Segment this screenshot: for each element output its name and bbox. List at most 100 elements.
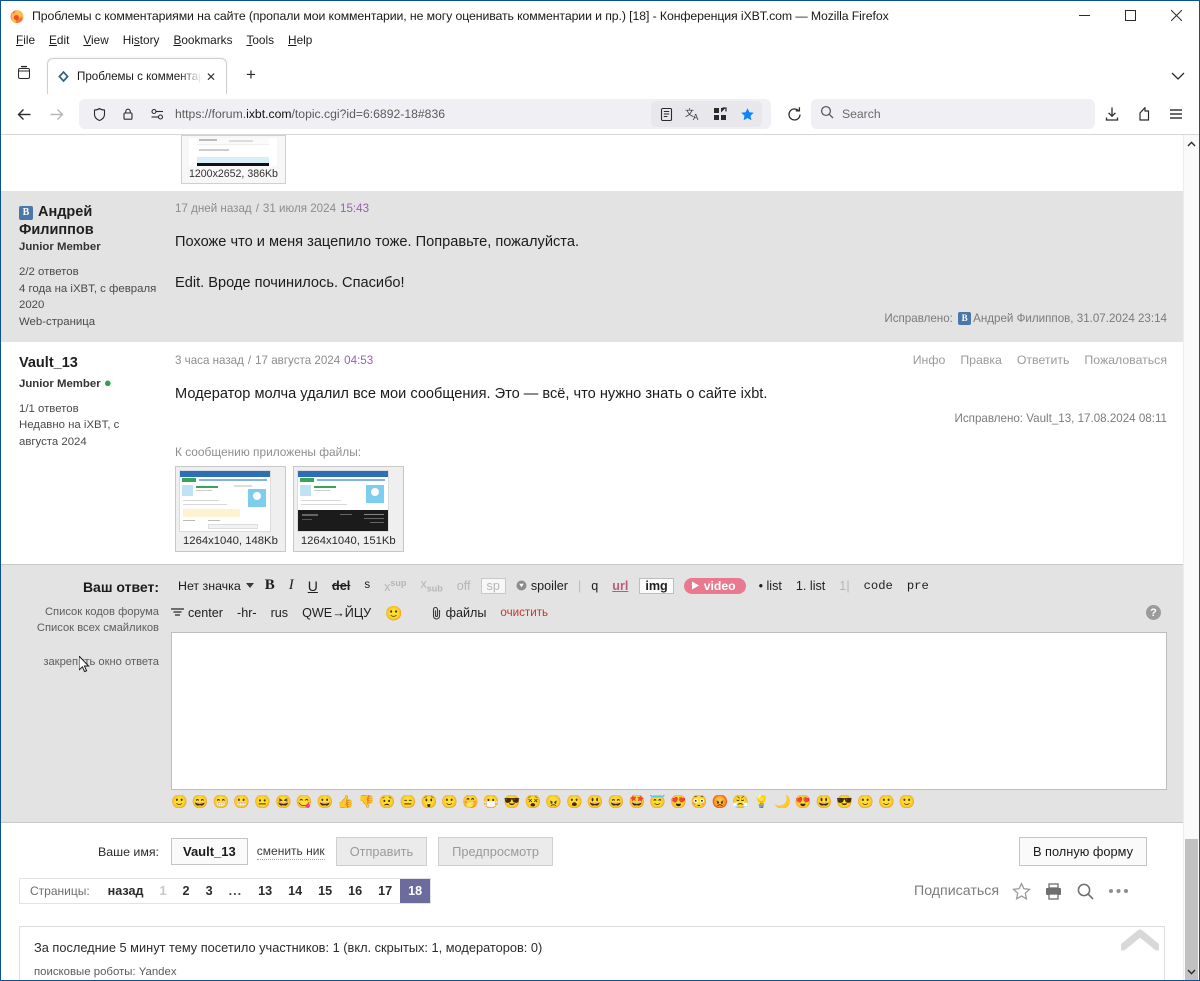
attachment-thumb[interactable]: 1264x1040, 151Kb [292,465,404,552]
scroll-up-arrow-icon[interactable] [1184,135,1199,152]
ordered-list-button[interactable]: 1. list [789,580,832,593]
strike-button[interactable]: s [357,580,377,592]
underline-button[interactable]: U [301,579,325,593]
video-button[interactable]: video [683,577,746,595]
downloads-icon[interactable] [1097,99,1127,129]
page-18-current[interactable]: 18 [400,879,431,904]
search-topic-icon[interactable] [1076,882,1095,901]
post-action-info[interactable]: Инфо [913,353,946,367]
superscript-button[interactable]: xsup [377,578,413,594]
subscript-button[interactable]: xsub [413,578,449,594]
scroll-down-arrow-icon[interactable] [1184,963,1199,980]
menu-view[interactable]: View [76,32,115,48]
center-button[interactable]: center [171,607,230,620]
table-column-button[interactable]: 1| [832,579,856,593]
scrollbar-thumb[interactable] [1185,839,1198,980]
new-tab-button[interactable]: + [237,61,265,89]
attach-files-button[interactable]: файлы [424,606,494,620]
more-options-icon[interactable] [1108,887,1129,895]
off-button[interactable]: off [450,580,478,593]
reload-button[interactable] [779,99,809,129]
attachment-thumb[interactable]: 1200x2652, 386Kb [181,135,286,184]
minimize-button[interactable] [1061,1,1107,30]
rus-button[interactable]: rus [264,607,296,620]
menu-history[interactable]: History [116,32,167,48]
url-button[interactable]: url [605,580,635,593]
extensions-grid-icon[interactable] [709,103,731,125]
post-body: Похоже что и меня зацепило тоже. Поправь… [175,231,1167,294]
post-action-report[interactable]: Пожаловаться [1084,353,1167,367]
menu-edit[interactable]: Edit [42,32,76,48]
help-icon[interactable]: ? [1146,605,1161,621]
spoiler-button[interactable]: spoiler [509,580,575,593]
bold-button[interactable]: B [258,578,282,593]
menu-tools[interactable]: Tools [239,32,281,48]
page-16[interactable]: 16 [340,879,370,903]
menu-help[interactable]: Help [281,32,319,48]
print-icon[interactable] [1044,882,1063,901]
scroll-to-top-icon[interactable] [1119,929,1161,956]
tab-item[interactable]: Проблемы с комментариями ✕ [47,58,227,94]
submit-button[interactable]: Отправить [335,837,428,867]
list-all-tabs-icon[interactable] [7,56,41,90]
star-icon[interactable] [1012,881,1031,901]
change-nickname-link[interactable]: сменить ник [256,844,325,860]
bookmark-star-icon[interactable] [736,103,758,125]
italic-button[interactable]: I [282,578,301,593]
tab-list-chevron-icon[interactable] [1171,67,1185,85]
page-17[interactable]: 17 [370,879,400,903]
subscribe-label[interactable]: Подписаться [914,883,999,899]
menu-file[interactable]: File [9,32,42,48]
page-2[interactable]: 2 [175,879,198,903]
translit-button[interactable]: QWE→ЙЦУ [295,607,378,620]
permissions-icon[interactable] [146,103,168,125]
post-action-edit[interactable]: Правка [960,353,1002,367]
page-3[interactable]: 3 [198,879,221,903]
meta-line[interactable]: Web-страница [19,314,161,331]
account-icon[interactable] [1129,99,1159,129]
horizontal-rule-button[interactable]: -hr- [230,607,264,620]
reply-textarea[interactable] [171,631,1167,790]
search-input[interactable]: Search [811,99,1095,129]
delete-button[interactable]: del [325,579,358,593]
forward-button[interactable] [41,99,71,129]
img-button[interactable]: img [639,577,674,595]
post-author-name[interactable]: Vault_13 [19,354,161,372]
page-14[interactable]: 14 [280,879,310,903]
address-bar[interactable]: https://forum.ixbt.com/topic.cgi?id=6:68… [79,99,771,129]
quote-button[interactable]: q [584,580,605,593]
icon-select[interactable]: Нет значка [171,579,258,592]
close-button[interactable] [1153,1,1199,30]
page-13[interactable]: 13 [250,879,280,903]
preview-button[interactable]: Предпросмотр [438,837,553,867]
sp-button[interactable]: sp [480,577,506,595]
reader-view-icon[interactable] [655,103,677,125]
lock-icon[interactable] [117,103,139,125]
app-menu-icon[interactable] [1161,99,1191,129]
tab-close-icon[interactable]: ✕ [202,68,220,86]
full-form-button[interactable]: В полную форму [1018,837,1147,867]
maximize-button[interactable] [1107,1,1153,30]
smiley-button[interactable]: 🙂 [378,606,409,620]
menu-bookmarks[interactable]: Bookmarks [166,32,239,48]
unordered-list-button[interactable]: • list [752,580,789,593]
page-scrollbar[interactable] [1183,135,1199,980]
page-15[interactable]: 15 [310,879,340,903]
pre-button[interactable]: pre [900,580,936,592]
post-author-name[interactable]: В Андрей Филиппов [19,203,161,239]
mouse-cursor [79,656,90,673]
back-button[interactable] [9,99,39,129]
page-1[interactable]: 1 [152,879,175,903]
clear-button[interactable]: очистить [493,607,555,619]
nickname-field[interactable]: Vault_13 [171,838,248,866]
your-name-label: Ваше имя: [97,844,159,859]
post-action-reply[interactable]: Ответить [1017,353,1070,367]
code-button[interactable]: code [857,580,900,592]
emoji-picker-row[interactable]: 🙂 😄 😁 😬 😐 😆 😋 😀 👍 👎 😟 😑 😲 🙂 🤭 😷 😎 😵 😠 😮 … [171,795,1167,808]
link-all-smileys[interactable]: Список всех смайликов [1,620,159,636]
page-back[interactable]: назад [100,879,152,903]
attachment-thumb[interactable]: 1264x1040, 148Kb [175,465,286,552]
shield-icon[interactable] [88,103,110,125]
translate-icon[interactable]: 文A [682,103,704,125]
link-forum-codes[interactable]: Список кодов форума [1,604,159,620]
